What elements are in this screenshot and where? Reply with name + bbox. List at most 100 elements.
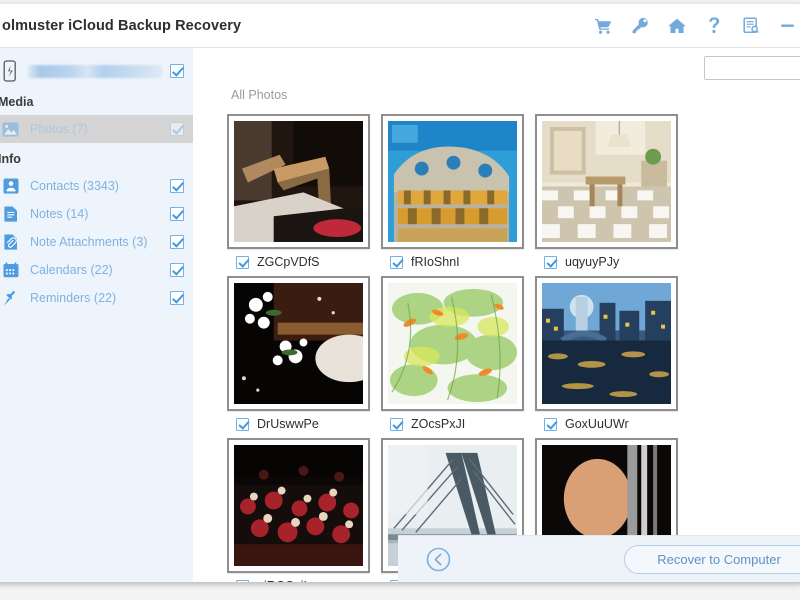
photo-frame xyxy=(381,276,524,411)
photo-name: GoxUuUWr xyxy=(565,417,629,431)
sidebar-item-checkbox[interactable] xyxy=(170,179,184,193)
photo-thumbnail xyxy=(234,121,363,242)
photo-caption: fRIoShnI xyxy=(381,249,524,269)
sidebar-item-text: Photos xyxy=(30,122,69,136)
photo-frame xyxy=(535,276,678,411)
photo-name: fRIoShnI xyxy=(411,255,460,269)
photo-frame xyxy=(381,114,524,249)
sidebar-item-reminders[interactable]: Reminders (22) xyxy=(0,284,193,312)
photo-item[interactable]: pjRGSaiI xyxy=(227,438,370,582)
photo-checkbox[interactable] xyxy=(390,255,403,269)
photo-caption: DrUswwPe xyxy=(227,411,370,431)
footer-bar: Recover to Computer xyxy=(398,535,800,582)
home-icon[interactable] xyxy=(667,16,687,36)
sidebar-item-checkbox[interactable] xyxy=(170,263,184,277)
photo-caption: GoxUuUWr xyxy=(535,411,678,431)
contact-icon xyxy=(2,178,19,195)
photo-thumbnail xyxy=(234,283,363,404)
sidebar-item-note-attachments[interactable]: Note Attachments (3) xyxy=(0,228,193,256)
photo-thumbnail xyxy=(388,283,517,404)
photo-name: uqyuyPJy xyxy=(565,255,620,269)
sidebar-item-text: Notes xyxy=(30,207,63,221)
sidebar-item-text: Reminders xyxy=(30,291,91,305)
sidebar-item-notes[interactable]: Notes (14) xyxy=(0,200,193,228)
photo-checkbox[interactable] xyxy=(236,579,249,582)
photo-item[interactable]: GoxUuUWr xyxy=(535,276,678,431)
calendar-icon xyxy=(2,262,19,279)
sidebar-section-title-info: Info xyxy=(0,152,21,166)
photo-checkbox[interactable] xyxy=(544,255,557,269)
photo-checkbox[interactable] xyxy=(390,417,403,431)
photo-frame xyxy=(227,438,370,573)
key-icon[interactable] xyxy=(630,16,650,36)
sidebar-item-label: Calendars (22) xyxy=(30,263,170,277)
feedback-icon[interactable] xyxy=(741,16,761,36)
photo-item[interactable]: DrUswwPe xyxy=(227,276,370,431)
photo-caption: ZGCpVDfS xyxy=(227,249,370,269)
attachment-icon xyxy=(2,234,19,251)
sidebar-device-row[interactable] xyxy=(0,56,193,86)
photo-item[interactable]: ZGCpVDfS xyxy=(227,114,370,269)
sidebar-item-label: Notes (14) xyxy=(30,207,170,221)
grid-title: All Photos xyxy=(231,88,288,102)
sidebar: Media Photos (7) Info Contacts (3343) No… xyxy=(0,48,193,582)
minimize-icon[interactable] xyxy=(778,16,798,36)
photo-caption: pjRGSaiI xyxy=(227,573,370,582)
search-input[interactable] xyxy=(704,56,800,80)
sidebar-item-label: Note Attachments (3) xyxy=(30,235,170,249)
sidebar-item-text: Note Attachments xyxy=(30,235,129,249)
note-icon xyxy=(2,206,19,223)
photo-name: ZGCpVDfS xyxy=(257,255,320,269)
photo-thumbnail xyxy=(542,121,671,242)
sidebar-item-count: (22) xyxy=(93,291,117,305)
phone-icon xyxy=(2,60,18,82)
sidebar-item-contacts[interactable]: Contacts (3343) xyxy=(0,172,193,200)
sidebar-item-text: Contacts xyxy=(30,179,80,193)
photo-frame xyxy=(227,276,370,411)
photo-name: ZOcsPxJI xyxy=(411,417,466,431)
photo-name: DrUswwPe xyxy=(257,417,319,431)
photo-thumbnail xyxy=(388,121,517,242)
photo-caption: ZOcsPxJI xyxy=(381,411,524,431)
sidebar-item-label: Contacts (3343) xyxy=(30,179,170,193)
application-window: olmuster iCloud Backup Recovery Media Ph… xyxy=(0,4,800,582)
photo-caption: uqyuyPJy xyxy=(535,249,678,269)
photo-thumbnail xyxy=(234,445,363,566)
title-bar: olmuster iCloud Backup Recovery xyxy=(0,4,800,48)
title-bar-actions xyxy=(593,16,800,36)
main-content: All Photos ZGCpVDfS fRIoShnI uqyuyPJy Dr… xyxy=(193,48,800,582)
app-title: olmuster iCloud Backup Recovery xyxy=(2,17,242,34)
photo-checkbox[interactable] xyxy=(236,255,249,269)
reminder-icon xyxy=(2,290,19,307)
photo-grid: ZGCpVDfS fRIoShnI uqyuyPJy DrUswwPe ZOcs… xyxy=(227,114,800,582)
sidebar-item-photos[interactable]: Photos (7) xyxy=(0,115,193,143)
recover-to-computer-button[interactable]: Recover to Computer xyxy=(624,544,800,574)
photo-name: pjRGSaiI xyxy=(257,579,307,582)
device-checkbox[interactable] xyxy=(170,64,184,78)
back-icon[interactable] xyxy=(426,547,451,572)
photo-thumbnail xyxy=(542,283,671,404)
photo-item[interactable]: ZOcsPxJI xyxy=(381,276,524,431)
photo-item[interactable]: uqyuyPJy xyxy=(535,114,678,269)
cart-icon[interactable] xyxy=(593,16,613,36)
help-icon[interactable] xyxy=(704,16,724,36)
sidebar-item-checkbox[interactable] xyxy=(170,235,184,249)
sidebar-item-checkbox[interactable] xyxy=(170,207,184,221)
sidebar-item-checkbox[interactable] xyxy=(170,291,184,305)
sidebar-section-title-media: Media xyxy=(0,95,34,109)
photo-frame xyxy=(227,114,370,249)
photo-frame xyxy=(535,114,678,249)
sidebar-item-count: (7) xyxy=(72,122,88,136)
sidebar-item-label: Reminders (22) xyxy=(30,291,170,305)
sidebar-item-count: (22) xyxy=(90,263,113,277)
screen: olmuster iCloud Backup Recovery Media Ph… xyxy=(0,0,800,600)
photo-checkbox[interactable] xyxy=(236,417,249,431)
sidebar-item-count: (14) xyxy=(66,207,89,221)
photo-item[interactable]: fRIoShnI xyxy=(381,114,524,269)
sidebar-item-label: Photos (7) xyxy=(30,122,170,136)
device-name-redacted xyxy=(28,64,162,78)
sidebar-item-count: (3) xyxy=(132,235,148,249)
sidebar-item-checkbox[interactable] xyxy=(170,122,184,136)
sidebar-item-calendars[interactable]: Calendars (22) xyxy=(0,256,193,284)
photo-checkbox[interactable] xyxy=(544,417,557,431)
